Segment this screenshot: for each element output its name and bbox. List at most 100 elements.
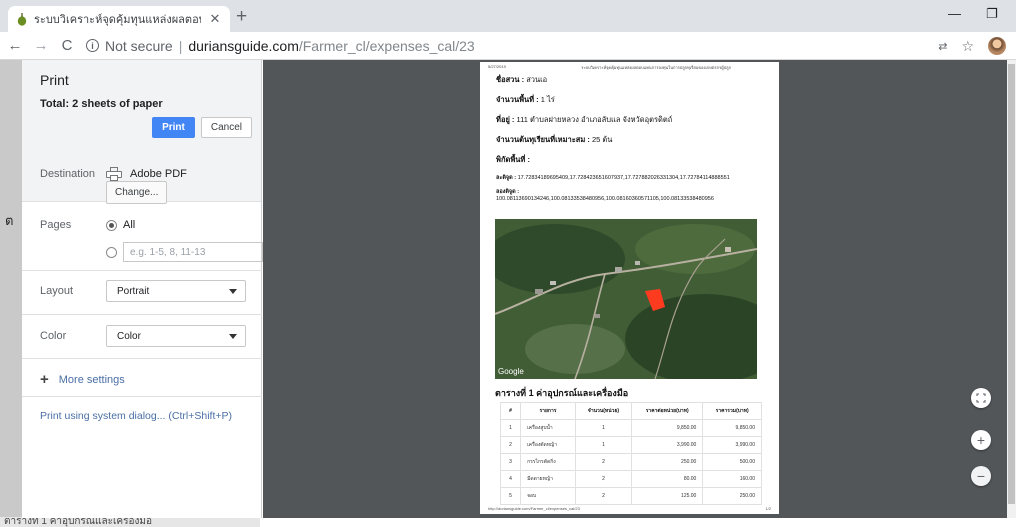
table-cell: 5 — [499, 487, 522, 505]
table-cell: กรรไกรตัดกิ่ง — [520, 453, 576, 471]
destination-value: Adobe PDF — [130, 168, 187, 180]
tab-title: ระบบวิเคราะห์จุดคุ้มทุนแหล่งผลตอบแทน — [34, 14, 201, 26]
back-icon[interactable]: ← — [4, 37, 26, 54]
print-preview-area: 5/27/2019 ระบบวิเคราะห์จุดคุ้มทุนแหล่งผล… — [263, 60, 1007, 518]
table-header: รายการ — [520, 402, 576, 420]
table-cell: มีดดายหญ้า — [520, 470, 576, 488]
coords-heading: พิกัดพื้นที่ : — [496, 155, 530, 164]
browser-toolbar: ← → C i Not secure | duriansguide.com/Fa… — [0, 32, 1016, 60]
table-cell: 160.00 — [702, 470, 762, 488]
bookmark-star-icon[interactable]: ☆ — [961, 38, 974, 55]
area-value: 1 ไร่ — [540, 95, 555, 104]
table-cell: 500.00 — [702, 453, 762, 471]
page-header-title: ระบบวิเคราะห์จุดคุ้มทุนแหล่งผลตอบแทนการล… — [581, 65, 731, 70]
table-cell: 3 — [499, 453, 522, 471]
page-footer-url: http://duriansguide.com/Farmer_cl/expens… — [488, 506, 580, 511]
section-divider — [22, 396, 262, 397]
tab-strip: ระบบวิเคราะห์จุดคุ้มทุนแหล่งผลตอบแทน ✕ +… — [0, 0, 1016, 32]
table-cell: 2 — [574, 470, 633, 488]
latitude-value: 17.72834189695409,17.728423651607937,17.… — [517, 175, 730, 181]
longitude-value: 100.08113690134246,100.08133538480956,10… — [496, 196, 714, 202]
table-row: 3 กรรไกรตัดกิ่ง 2 250.00 500.00 — [499, 453, 762, 471]
print-title: Print — [40, 72, 69, 88]
print-button[interactable]: Print — [152, 117, 195, 138]
page-footer-number: 1/2 — [765, 506, 771, 511]
more-settings-label: More settings — [58, 373, 125, 386]
restore-icon[interactable]: ❐ — [986, 6, 998, 22]
table-cell: 2 — [574, 487, 633, 505]
table-row: 1 เครื่องสูบน้ำ 1 9,850.00 9,850.00 — [499, 419, 762, 437]
section-divider — [22, 270, 262, 271]
table-cell: 1 — [574, 436, 633, 454]
section-divider — [22, 358, 262, 359]
preview-page: 5/27/2019 ระบบวิเคราะห์จุดคุ้มทุนแหล่งผล… — [480, 62, 779, 514]
table-cell: 4 — [499, 470, 522, 488]
layout-select[interactable]: Portrait — [106, 280, 246, 302]
latitude-line: ละติจูด : 17.72834189695409,17.728423651… — [496, 175, 730, 181]
pages-custom-radio[interactable] — [106, 246, 117, 258]
cancel-button[interactable]: Cancel — [200, 117, 252, 138]
tab-close-icon[interactable]: ✕ — [208, 11, 222, 27]
fit-to-page-icon[interactable] — [971, 388, 991, 408]
page-footer: http://duriansguide.com/Farmer_cl/expens… — [488, 506, 771, 511]
table-cell: 250.00 — [631, 453, 704, 471]
table-row: 2 เครื่องตัดหญ้า 1 3,990.00 3,990.00 — [499, 436, 762, 454]
chevron-down-icon — [229, 334, 237, 339]
destination-row: Destination Adobe PDF — [40, 167, 187, 181]
color-label: Color — [40, 330, 67, 342]
table-cell: 250.00 — [702, 487, 762, 505]
durian-favicon-icon — [16, 12, 27, 26]
table-cell: 3,990.00 — [631, 436, 704, 454]
section-divider — [22, 314, 262, 315]
table-header: ราคารวม(บาท) — [702, 402, 762, 420]
table-cell: 1 — [499, 419, 522, 437]
color-row: Color — [40, 330, 106, 342]
forward-icon[interactable]: → — [30, 37, 52, 54]
url-separator: | — [178, 37, 183, 54]
layout-label: Layout — [40, 285, 74, 297]
destination-label: Destination — [40, 168, 96, 180]
print-settings-panel: Print Total: 2 sheets of paper Print Can… — [22, 60, 263, 518]
table-cell: 9,850.00 — [631, 419, 704, 437]
minimize-icon[interactable]: — — [948, 6, 961, 21]
scrollbar-thumb[interactable] — [1008, 64, 1015, 504]
browser-tab[interactable]: ระบบวิเคราะห์จุดคุ้มทุนแหล่งผลตอบแทน ✕ — [8, 6, 230, 32]
more-settings-toggle[interactable]: + More settings — [40, 371, 125, 388]
garden-name: สวนเอ — [526, 75, 548, 84]
table-header: ราคาต่อหน่วย(บาท) — [631, 402, 704, 420]
table-cell: 3,990.00 — [702, 436, 762, 454]
trees-value: 25 ต้น — [591, 135, 613, 144]
preview-scrollbar[interactable] — [1007, 60, 1016, 518]
pages-range-input[interactable]: e.g. 1-5, 8, 11-13 — [123, 242, 263, 262]
address-value: 111 ตำบลฝายหลวง อำเภอลับแล จังหวัดอุตรดิ… — [516, 115, 673, 124]
layout-row: Layout — [40, 285, 106, 297]
info-icon[interactable]: i — [86, 39, 99, 52]
translate-icon[interactable]: ⇄ — [938, 40, 947, 53]
reload-icon[interactable]: C — [56, 37, 78, 54]
google-logo: Google — [498, 367, 524, 376]
address-bar[interactable]: i Not secure | duriansguide.com/Farmer_c… — [86, 38, 475, 54]
color-select[interactable]: Color — [106, 325, 246, 347]
trees-line: จำนวนต้นทุเรียนที่เหมาะสม : 25 ต้น — [496, 135, 613, 144]
longitude-heading: ลองติจูด : — [496, 189, 520, 195]
toolbar-actions: ⇄ ☆ — [938, 37, 1006, 55]
new-tab-icon[interactable]: + — [236, 7, 247, 26]
url-path: /Farmer_cl/expenses_cal/23 — [298, 37, 475, 54]
pages-all-label: All — [123, 219, 136, 231]
table-cell: 2 — [499, 436, 522, 454]
system-dialog-link[interactable]: Print using system dialog... (Ctrl+Shift… — [40, 410, 232, 422]
area-line: จำนวนพื้นที่ : 1 ไร่ — [496, 95, 555, 104]
change-destination-button[interactable]: Change... — [106, 181, 168, 204]
table-header: จำนวน(หน่วย) — [574, 402, 633, 420]
zoom-out-icon[interactable]: − — [971, 466, 991, 486]
table-cell: จอบ — [520, 487, 576, 505]
pages-all-radio[interactable] — [106, 219, 117, 231]
layout-value: Portrait — [117, 285, 150, 297]
page-header-date: 5/27/2019 — [488, 64, 506, 69]
background-glyph: ต — [5, 213, 14, 228]
table-cell: 125.00 — [631, 487, 704, 505]
avatar[interactable] — [988, 37, 1006, 55]
background-page: ต — [0, 60, 22, 527]
pages-custom-row: e.g. 1-5, 8, 11-13 — [106, 242, 263, 262]
zoom-in-icon[interactable]: + — [971, 430, 991, 450]
